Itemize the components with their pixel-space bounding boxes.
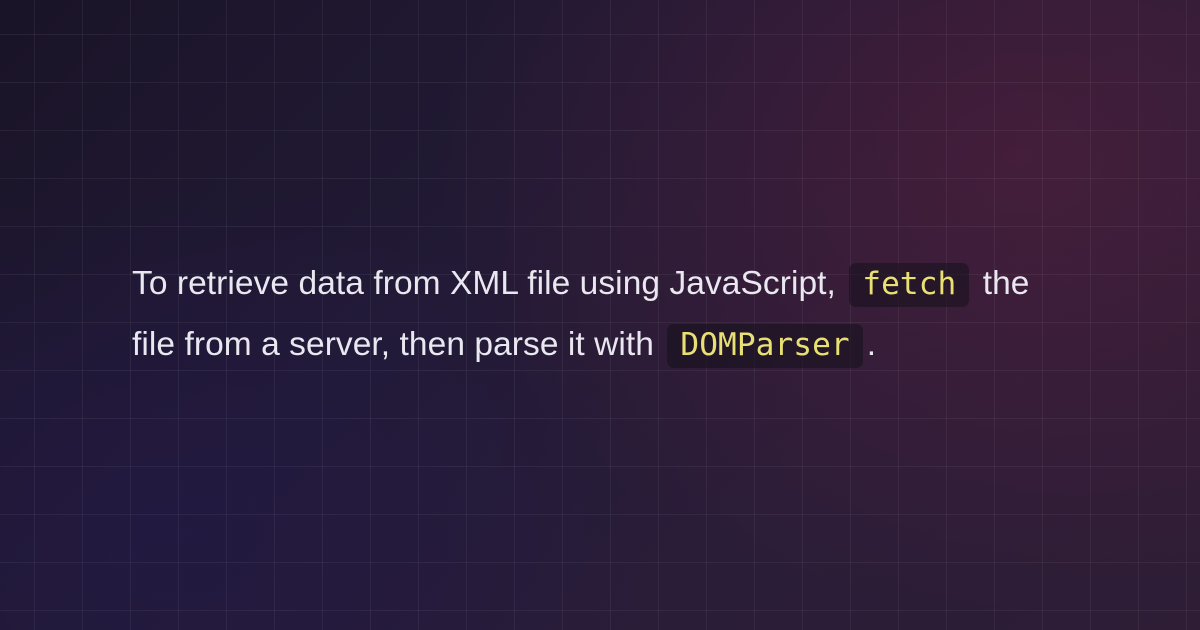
code-domparser: DOMParser xyxy=(667,324,862,368)
text-segment-3: . xyxy=(867,326,876,363)
code-fetch: fetch xyxy=(849,263,969,307)
text-segment-1: To retrieve data from XML file using Jav… xyxy=(132,265,845,302)
paragraph: To retrieve data from XML file using Jav… xyxy=(0,254,1200,376)
